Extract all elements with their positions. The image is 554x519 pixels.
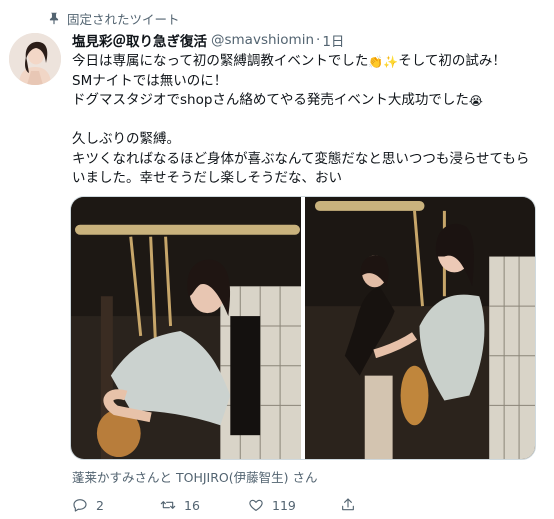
retweet-icon xyxy=(160,497,184,513)
tweet-text: 今日は専属になって初の緊縛調教イベントでした👏✨そして初の試み！ SMナイトでは… xyxy=(72,52,542,189)
tweet-photo-1[interactable] xyxy=(71,197,301,459)
tagged-users-text: 蓬莱かすみさんと TOHJIRO(伊藤智生) さん xyxy=(72,469,318,485)
tweet-line-6: いました。幸せそうだし楽しそうだな、おい xyxy=(72,170,342,186)
reply-count: 2 xyxy=(96,497,104,513)
tweet-line-1-tail: そして初の試み！ xyxy=(398,53,506,69)
reply-button[interactable]: 2 xyxy=(72,497,160,513)
clapping-hands-emoji: 👏 xyxy=(368,55,384,69)
share-button[interactable] xyxy=(340,497,380,513)
tweet-line-4: 久しぶりの緊縛。 xyxy=(72,131,180,147)
display-name[interactable]: 塩見彩＠取り急ぎ復活 xyxy=(72,30,207,50)
tweet-line-5: キツくなればなるほど身体が喜ぶなんて変態だなと思いつつも浸らせてもら xyxy=(72,150,530,167)
user-handle[interactable]: @smavshiomin xyxy=(211,32,314,48)
avatar[interactable] xyxy=(9,33,61,85)
retweet-button[interactable]: 16 xyxy=(160,497,248,513)
retweet-count: 16 xyxy=(184,497,200,513)
heart-icon xyxy=(248,497,272,513)
tweet-media xyxy=(70,196,536,460)
tweet-line-1-text: 今日は専属になって初の緊縛調教イベントでした xyxy=(72,53,369,69)
separator-dot: · xyxy=(316,32,321,48)
tweet-header: 塩見彩＠取り急ぎ復活 @smavshiomin · 1日 xyxy=(72,30,344,50)
pin-icon xyxy=(47,11,61,25)
tweet-line-3-text: ドグマスタジオでshopさん絡めてやる発売イベント大成功でした xyxy=(72,92,469,108)
like-button[interactable]: 119 xyxy=(248,497,340,513)
pinned-label: 固定されたツイート xyxy=(67,11,180,27)
share-icon xyxy=(340,497,364,513)
tweet-photo-2[interactable] xyxy=(305,197,535,459)
like-count: 119 xyxy=(272,497,296,513)
tweet-actions: 2 16 119 xyxy=(72,495,542,515)
crying-face-emoji: 😭 xyxy=(468,94,483,108)
tweet-time[interactable]: 1日 xyxy=(322,30,344,50)
tweet-line-1: 今日は専属になって初の緊縛調教イベントでした👏✨そして初の試み！ xyxy=(72,52,542,72)
sparkles-emoji: ✨ xyxy=(383,55,399,69)
tweet-line-3: ドグマスタジオでshopさん絡めてやる発売イベント大成功でした😭 xyxy=(72,91,542,111)
tagged-users[interactable]: 蓬莱かすみさんと TOHJIRO(伊藤智生) さん xyxy=(72,467,317,485)
pinned-tweet-indicator: 固定されたツイート xyxy=(47,9,180,27)
tweet-line-2: SMナイトでは無いのに！ xyxy=(72,72,228,89)
reply-icon xyxy=(72,497,96,513)
